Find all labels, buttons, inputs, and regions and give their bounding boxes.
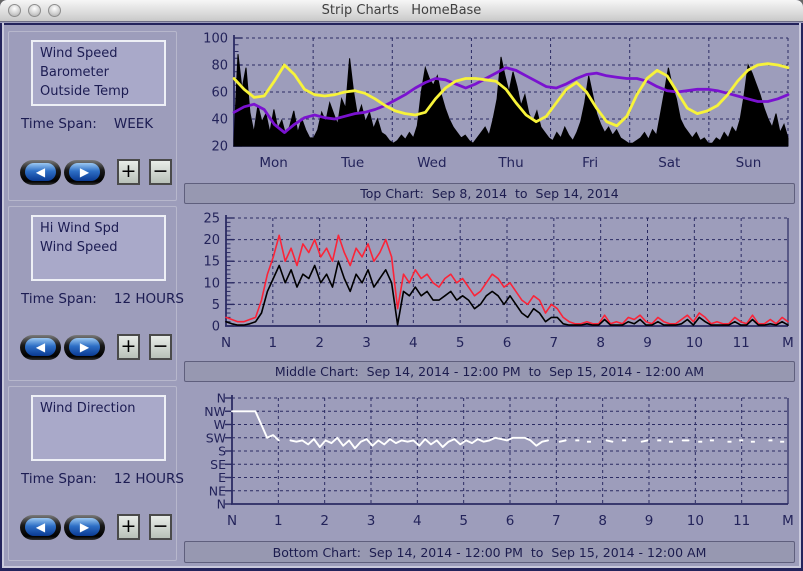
- scroll-left-button[interactable]: ◀: [20, 160, 61, 185]
- app-window: Strip Charts HomeBase Wind SpeedBaromete…: [0, 0, 803, 571]
- zoom-out-button[interactable]: −: [149, 159, 172, 185]
- svg-text:N: N: [221, 335, 231, 351]
- list-item[interactable]: Barometer: [40, 63, 164, 82]
- svg-text:SW: SW: [206, 430, 226, 445]
- list-item[interactable]: Wind Speed: [40, 238, 164, 257]
- svg-text:1: 1: [269, 335, 278, 351]
- svg-text:2: 2: [315, 335, 324, 351]
- svg-text:7: 7: [550, 335, 559, 351]
- svg-text:M: M: [782, 335, 794, 351]
- svg-text:20: 20: [211, 140, 228, 155]
- svg-text:10: 10: [687, 513, 704, 529]
- list-item[interactable]: Wind Direction: [40, 399, 164, 418]
- svg-text:8: 8: [596, 335, 605, 351]
- middle-chart-controls-panel: Hi Wind SpdWind Speed Time Span: 12 HOUR…: [8, 206, 177, 381]
- svg-text:1: 1: [274, 513, 283, 529]
- svg-text:9: 9: [645, 513, 654, 529]
- scroll-right-button[interactable]: ▶: [64, 515, 105, 540]
- top-strip-chart: 20 40 60 80 100 Mon Tue Wed Thu Fri Sat Sun: [184, 26, 796, 180]
- svg-text:NW: NW: [204, 404, 226, 419]
- svg-text:5: 5: [212, 298, 220, 313]
- svg-text:NE: NE: [209, 483, 226, 498]
- time-span-value: 12 HOURS: [114, 291, 184, 307]
- time-span-value: WEEK: [114, 116, 153, 132]
- titlebar: Strip Charts HomeBase: [0, 0, 803, 22]
- left-arrow-icon: ◀: [25, 518, 56, 536]
- zoom-in-button[interactable]: +: [117, 514, 140, 540]
- middle-chart-caption: Middle Chart: Sep 14, 2014 - 12:00 PM to…: [184, 361, 795, 382]
- svg-text:4: 4: [409, 335, 418, 351]
- svg-text:11: 11: [733, 513, 750, 529]
- time-span-label: Time Span:: [21, 291, 97, 307]
- time-span-label: Time Span:: [21, 116, 97, 132]
- bottom-strip-chart: NNEESESSWWNWNN1234567891011M: [184, 386, 796, 536]
- svg-text:Thu: Thu: [497, 155, 523, 171]
- svg-text:3: 3: [367, 513, 376, 529]
- zoom-in-button[interactable]: +: [117, 159, 140, 185]
- zoom-in-button[interactable]: +: [117, 334, 140, 360]
- list-item[interactable]: Outside Temp: [40, 82, 164, 101]
- scroll-right-button[interactable]: ▶: [64, 160, 105, 185]
- svg-text:M: M: [782, 513, 794, 529]
- top-chart-caption: Top Chart: Sep 8, 2014 to Sep 14, 2014: [184, 183, 795, 204]
- svg-text:2: 2: [320, 513, 329, 529]
- scroll-left-button[interactable]: ◀: [20, 515, 61, 540]
- time-span-label: Time Span:: [21, 471, 97, 487]
- bottom-chart-controls-panel: Wind Direction Time Span: 12 HOURS ◀ ▶ +…: [8, 386, 177, 561]
- svg-text:5: 5: [456, 335, 465, 351]
- list-item[interactable]: Wind Speed: [40, 44, 164, 63]
- series-listbox[interactable]: Wind SpeedBarometerOutside Temp: [31, 40, 166, 106]
- svg-text:10: 10: [203, 276, 220, 291]
- svg-text:0: 0: [212, 320, 220, 335]
- bottom-chart-caption: Bottom Chart: Sep 14, 2014 - 12:00 PM to…: [184, 541, 795, 563]
- svg-text:10: 10: [686, 335, 703, 351]
- list-item[interactable]: Hi Wind Spd: [40, 219, 164, 238]
- left-arrow-icon: ◀: [25, 163, 56, 181]
- svg-text:60: 60: [211, 86, 228, 101]
- svg-text:Sat: Sat: [658, 155, 680, 171]
- right-arrow-icon: ▶: [69, 163, 100, 181]
- svg-text:20: 20: [203, 233, 220, 248]
- svg-text:6: 6: [506, 513, 515, 529]
- svg-text:Sun: Sun: [736, 155, 762, 171]
- svg-text:5: 5: [459, 513, 468, 529]
- svg-text:SE: SE: [210, 457, 226, 472]
- middle-strip-chart: 0 5 10 15 20 25 N 1 2 3 4 5 6 7 8 9 10 11 M: [184, 208, 796, 358]
- svg-text:W: W: [214, 417, 226, 432]
- svg-text:15: 15: [203, 255, 220, 270]
- window-title: Strip Charts HomeBase: [0, 3, 803, 18]
- scroll-right-button[interactable]: ▶: [64, 335, 105, 360]
- right-arrow-icon: ▶: [69, 518, 100, 536]
- titlebar-divider: [0, 23, 803, 25]
- svg-text:100: 100: [203, 32, 228, 47]
- top-chart-controls-panel: Wind SpeedBarometerOutside Temp Time Spa…: [8, 31, 177, 201]
- svg-text:3: 3: [362, 335, 371, 351]
- svg-text:7: 7: [552, 513, 561, 529]
- time-span-value: 12 HOURS: [114, 471, 184, 487]
- svg-text:80: 80: [211, 59, 228, 74]
- svg-text:11: 11: [733, 335, 750, 351]
- zoom-out-button[interactable]: −: [149, 514, 172, 540]
- svg-text:6: 6: [503, 335, 512, 351]
- svg-text:Fri: Fri: [582, 155, 598, 171]
- zoom-out-button[interactable]: −: [149, 334, 172, 360]
- svg-text:8: 8: [598, 513, 607, 529]
- svg-text:40: 40: [211, 113, 228, 128]
- right-arrow-icon: ▶: [69, 338, 100, 356]
- svg-text:N: N: [227, 513, 237, 529]
- series-listbox[interactable]: Hi Wind SpdWind Speed: [31, 215, 166, 281]
- svg-text:4: 4: [413, 513, 422, 529]
- series-listbox[interactable]: Wind Direction: [31, 395, 166, 461]
- svg-text:E: E: [218, 470, 226, 485]
- svg-text:Mon: Mon: [259, 155, 287, 171]
- svg-text:Tue: Tue: [340, 155, 364, 171]
- scroll-left-button[interactable]: ◀: [20, 335, 61, 360]
- svg-text:Wed: Wed: [417, 155, 446, 171]
- svg-text:25: 25: [203, 212, 220, 227]
- left-arrow-icon: ◀: [25, 338, 56, 356]
- svg-text:N: N: [217, 391, 226, 406]
- svg-text:S: S: [218, 444, 226, 459]
- svg-text:9: 9: [643, 335, 652, 351]
- svg-text:N: N: [217, 497, 226, 512]
